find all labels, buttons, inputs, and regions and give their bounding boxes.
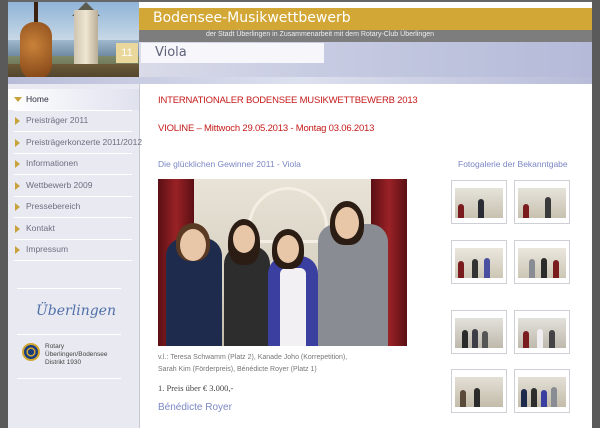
chevron-down-icon xyxy=(14,97,22,102)
window-left-edge xyxy=(0,0,8,428)
curtain xyxy=(458,261,464,278)
gallery-thumbnail[interactable] xyxy=(514,310,570,354)
sidebar-item-home[interactable]: Home xyxy=(8,89,139,110)
face xyxy=(233,225,255,253)
chevron-right-icon xyxy=(15,117,20,125)
sidebar-item-preistraegerkonzerte[interactable]: Preisträgerkonzerte 2011/2012 xyxy=(8,132,143,153)
figure xyxy=(531,388,537,407)
gallery-thumbnail[interactable] xyxy=(451,369,507,413)
curtain xyxy=(458,204,464,218)
figure xyxy=(545,197,551,218)
gallery-thumbnail[interactable] xyxy=(451,180,507,224)
sidebar-item-label: Preisträger 2011 xyxy=(26,115,89,125)
sidebar-item-kontakt[interactable]: Kontakt xyxy=(8,218,139,239)
chevron-right-icon xyxy=(15,246,20,254)
chevron-right-icon xyxy=(15,203,20,211)
sidebar-logo-separator xyxy=(17,334,121,335)
figure xyxy=(472,329,478,348)
gallery-thumbnail[interactable] xyxy=(451,310,507,354)
first-prize-text: 1. Preis über € 3.000,- xyxy=(158,383,234,393)
gallery-thumbnail[interactable] xyxy=(514,180,570,224)
window-right-edge xyxy=(592,0,600,428)
site-subtitle-bar: der Stadt Überlingen in Zusammenarbeit m… xyxy=(139,30,592,42)
rotary-logo-text[interactable]: Rotary Überlingen/Bodensee Distrikt 1930 xyxy=(45,343,108,367)
sidebar-item-label: Wettbewerb 2009 xyxy=(26,180,93,190)
figure xyxy=(478,199,484,218)
sidebar-item-label: Kontakt xyxy=(26,223,55,233)
page-title: Viola xyxy=(155,45,187,60)
curtain xyxy=(523,331,529,348)
figure xyxy=(484,258,490,278)
sidebar-logo-separator xyxy=(17,288,121,289)
competition-heading: INTERNATIONALER BODENSEE MUSIKWETTBEWERB… xyxy=(158,95,418,106)
sidebar-separator xyxy=(14,260,132,261)
sidebar-item-impressum[interactable]: Impressum xyxy=(8,239,139,260)
figure xyxy=(521,389,527,407)
photo-caption: v.l.: Teresa Schwamm (Platz 2), Kanade J… xyxy=(158,354,348,373)
sidebar-item-label: Preisträgerkonzerte 2011/2012 xyxy=(26,137,143,147)
sidebar-item-preistraeger-2011[interactable]: Preisträger 2011 xyxy=(8,110,139,131)
gallery-thumbnail[interactable] xyxy=(514,369,570,413)
site-subtitle: der Stadt Überlingen in Zusammenarbeit m… xyxy=(206,31,434,38)
chevron-right-icon xyxy=(15,160,20,168)
figure xyxy=(472,259,478,278)
winner-name: Bénédicte Royer xyxy=(158,402,232,413)
face xyxy=(277,235,299,263)
site-title-bar: Bodensee-Musikwettbewerb xyxy=(139,8,592,30)
figure xyxy=(553,260,559,278)
figure xyxy=(537,329,543,348)
photo-gallery-title: Fotogalerie der Bekanntgabe xyxy=(458,159,568,169)
shirt xyxy=(280,268,306,346)
sidebar-item-label: Informationen xyxy=(26,158,78,168)
site-title: Bodensee-Musikwettbewerb xyxy=(153,10,351,26)
sidebar-item-label: Impressum xyxy=(26,244,69,254)
gallery-thumbnail[interactable] xyxy=(451,240,507,284)
face xyxy=(180,229,206,261)
chevron-right-icon xyxy=(15,225,20,233)
face xyxy=(335,207,359,239)
cello-image xyxy=(20,22,52,80)
figure xyxy=(541,390,547,407)
sidebar: Home Preisträger 2011 Preisträgerkonzert… xyxy=(8,84,143,428)
sidebar-item-pressebereich[interactable]: Pressebereich xyxy=(8,196,139,217)
sidebar-item-label: Home xyxy=(26,94,49,104)
figure xyxy=(474,388,480,407)
curtain xyxy=(523,204,529,218)
winners-photo[interactable] xyxy=(158,179,407,346)
header-divider-strip xyxy=(8,77,592,84)
sidebar-item-wettbewerb-2009[interactable]: Wettbewerb 2009 xyxy=(8,175,139,196)
sidebar-item-label: Pressebereich xyxy=(26,201,81,211)
page-number-badge: 11 xyxy=(116,43,138,63)
sidebar-logo-separator xyxy=(17,378,121,379)
figure xyxy=(549,330,555,348)
rotary-wheel-icon xyxy=(22,343,40,361)
figure xyxy=(529,259,535,278)
chevron-right-icon xyxy=(15,182,20,190)
figure xyxy=(551,387,557,407)
figure xyxy=(541,258,547,278)
church-tower xyxy=(74,10,98,68)
figure xyxy=(462,330,468,348)
page-title-box: Viola xyxy=(141,43,324,63)
figure xyxy=(482,331,488,348)
chevron-right-icon xyxy=(15,139,20,147)
uberlingen-logo[interactable]: Überlingen xyxy=(36,303,116,319)
winners-section-title: Die glücklichen Gewinner 2011 - Viola xyxy=(158,159,301,169)
sidebar-item-informationen[interactable]: Informationen xyxy=(8,153,139,174)
competition-dates-heading: VIOLINE – Mittwoch 29.05.2013 - Montag 0… xyxy=(158,123,375,134)
gallery-thumbnail[interactable] xyxy=(514,240,570,284)
figure xyxy=(460,390,466,407)
